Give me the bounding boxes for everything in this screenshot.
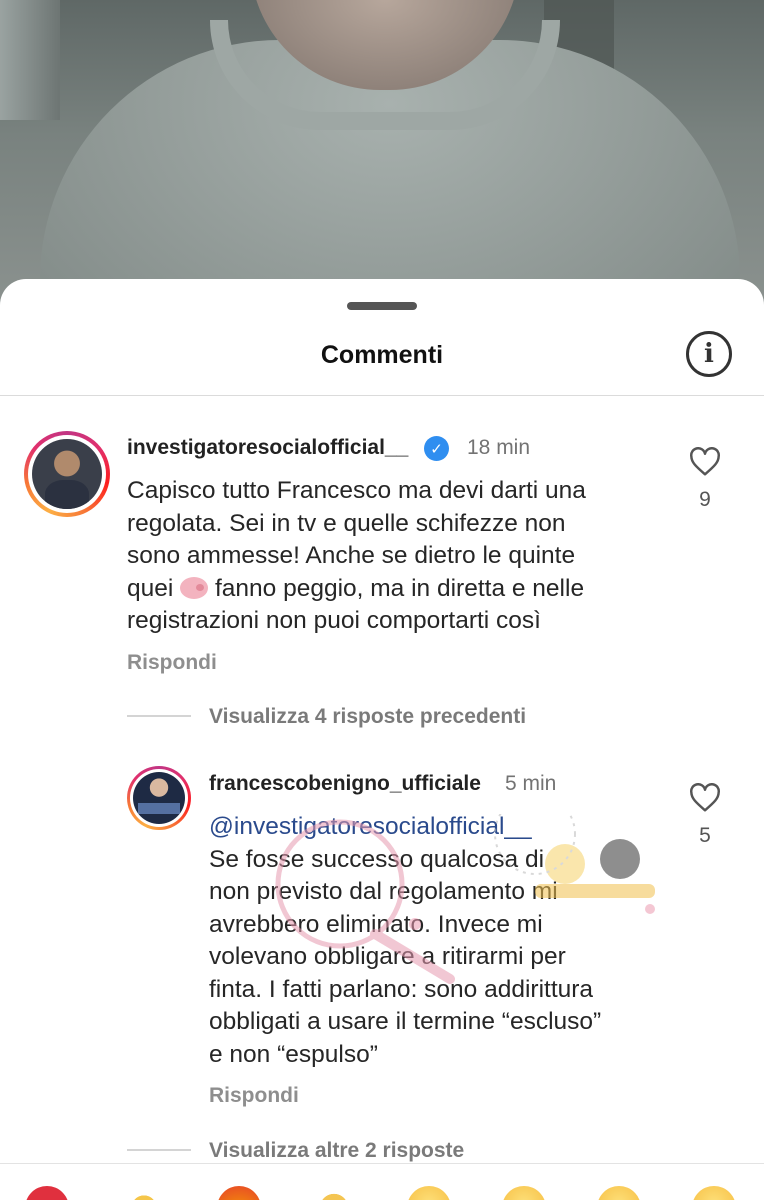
comment-time: 18 min bbox=[467, 436, 531, 459]
comment-username[interactable]: investigatoresocialofficial__ bbox=[127, 436, 408, 460]
raising-hands-emoji-icon[interactable] bbox=[312, 1186, 356, 1200]
background-window bbox=[0, 0, 60, 120]
mention-link[interactable]: @investigatoresocialofficial__ bbox=[209, 811, 679, 844]
reply-button[interactable]: Rispondi bbox=[209, 1084, 299, 1108]
like-count: 9 bbox=[699, 488, 711, 511]
emoji-reaction-bar bbox=[0, 1163, 764, 1200]
fire-emoji-icon[interactable] bbox=[217, 1186, 261, 1200]
clapping-hands-emoji-icon[interactable] bbox=[122, 1186, 166, 1200]
header-divider bbox=[0, 395, 764, 396]
comments-sheet: Commenti i investigatoresocialofficial__… bbox=[0, 279, 764, 1200]
like-count: 5 bbox=[699, 824, 711, 847]
info-icon[interactable]: i bbox=[686, 331, 732, 377]
comment-username[interactable]: francescobenigno_ufficiale bbox=[209, 772, 481, 796]
heart-emoji-icon[interactable] bbox=[25, 1186, 69, 1200]
heart-outline-icon[interactable] bbox=[688, 783, 722, 813]
heart-eyes-emoji-icon[interactable] bbox=[502, 1186, 546, 1200]
view-more-replies-link[interactable]: Visualizza altre 2 risposte bbox=[209, 1139, 464, 1163]
reply-button[interactable]: Rispondi bbox=[127, 651, 217, 675]
video-background bbox=[0, 0, 764, 300]
avatar[interactable] bbox=[127, 766, 191, 830]
replies-divider bbox=[127, 715, 191, 717]
comment-text: @investigatoresocialofficial__ Se fosse … bbox=[209, 811, 679, 1071]
avatar[interactable] bbox=[24, 431, 110, 517]
comment-text: Capisco tutto Francesco ma devi darti un… bbox=[127, 477, 586, 634]
drag-handle[interactable] bbox=[347, 302, 417, 310]
replies-divider bbox=[127, 1149, 191, 1151]
view-previous-replies-link[interactable]: Visualizza 4 risposte precedenti bbox=[209, 705, 526, 729]
pig-face-icon bbox=[180, 576, 209, 599]
laughing-face-emoji-icon[interactable] bbox=[692, 1186, 736, 1200]
heart-outline-icon[interactable] bbox=[688, 447, 722, 477]
sheet-title: Commenti bbox=[320, 341, 444, 369]
crying-face-emoji-icon[interactable] bbox=[407, 1186, 451, 1200]
astonished-face-emoji-icon[interactable] bbox=[597, 1186, 641, 1200]
comment-time: 5 min bbox=[505, 772, 557, 795]
verified-badge-icon: ✓ bbox=[424, 436, 449, 461]
